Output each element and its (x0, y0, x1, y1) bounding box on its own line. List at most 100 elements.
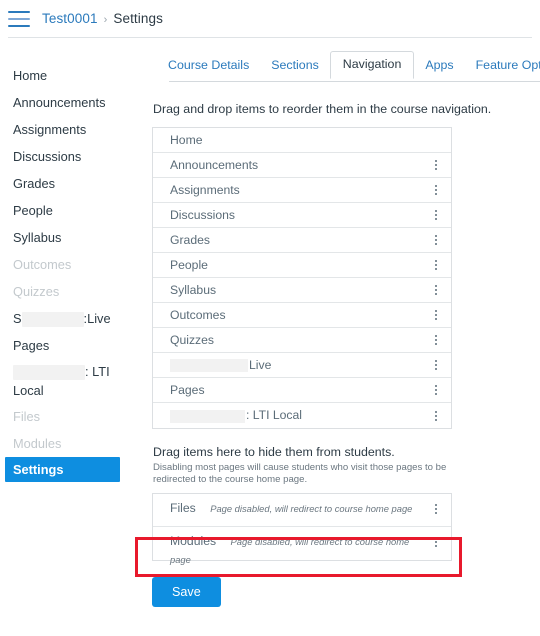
breadcrumb-current: Settings (113, 11, 163, 26)
kebab-dot (435, 235, 437, 237)
sidebar-item-announcements[interactable]: Announcements (0, 89, 140, 116)
nav-list-item-discussions[interactable]: Discussions (153, 203, 451, 228)
hidden-navigation-list[interactable]: Files Page disabled, will redirect to co… (152, 493, 452, 565)
kebab-dot (435, 364, 437, 366)
nav-list-item-pages[interactable]: Pages (153, 378, 451, 403)
sidebar-item-quizzes[interactable]: Quizzes (0, 278, 140, 305)
breadcrumb-separator-icon: › (103, 14, 108, 26)
kebab-dot (435, 243, 437, 245)
sidebar-item-people[interactable]: People (0, 197, 140, 224)
kebab-dot (435, 339, 437, 341)
hidden-item-label: Files (170, 501, 196, 515)
nav-list-item-syllabus[interactable]: Syllabus (153, 278, 451, 303)
kebab-menu-icon[interactable] (430, 232, 442, 248)
kebab-dot (435, 239, 437, 241)
hamburger-line (8, 10, 30, 13)
sidebar-item-syllabus[interactable]: Syllabus (0, 224, 140, 251)
kebab-menu-icon[interactable] (430, 257, 442, 273)
kebab-menu-icon[interactable] (430, 332, 442, 348)
sidebar-item-label-suffix: :Live (83, 311, 111, 326)
nav-list-item-home[interactable]: Home (153, 128, 451, 153)
hamburger-line (8, 24, 30, 27)
kebab-dot (435, 318, 437, 320)
kebab-menu-icon[interactable] (430, 534, 442, 550)
hidden-list-item-files[interactable]: Files Page disabled, will redirect to co… (153, 494, 451, 527)
kebab-dot (435, 289, 437, 291)
nav-list-item-grades[interactable]: Grades (153, 228, 451, 253)
kebab-dot (435, 504, 437, 506)
hamburger-icon[interactable] (8, 10, 30, 27)
top-bar: Test0001 › Settings (0, 0, 540, 37)
sidebar-item-outcomes[interactable]: Outcomes (0, 251, 140, 278)
tab-sections[interactable]: Sections (260, 53, 330, 79)
nav-item-label: Quizzes (170, 333, 215, 347)
nav-item-label: Assignments (170, 183, 240, 197)
nav-item-label-wrapper: : LTI Local (170, 408, 430, 423)
tab-apps[interactable]: Apps (414, 53, 464, 79)
nav-list-item-redacted-lti-local[interactable]: : LTI Local (153, 403, 451, 428)
kebab-dot (435, 160, 437, 162)
hamburger-line (8, 17, 30, 20)
sidebar-item-grades[interactable]: Grades (0, 170, 140, 197)
nav-list-item-announcements[interactable]: Announcements (153, 153, 451, 178)
hidden-item-label: Modules (170, 534, 217, 548)
kebab-menu-icon[interactable] (430, 207, 442, 223)
sidebar-item-label: S (13, 311, 22, 326)
kebab-dot (435, 264, 437, 266)
hidden-item-texts: Modules Page disabled, will redirect to … (170, 532, 430, 568)
nav-item-label: Announcements (170, 158, 259, 172)
redaction-block (21, 312, 84, 328)
nav-list-item-outcomes[interactable]: Outcomes (153, 303, 451, 328)
nav-item-label: People (170, 258, 208, 272)
kebab-menu-icon[interactable] (430, 282, 442, 298)
sidebar-item-files[interactable]: Files (0, 403, 140, 430)
kebab-dot (435, 545, 437, 547)
nav-item-label: Live (249, 357, 272, 372)
sidebar-item-settings[interactable]: Settings (5, 457, 120, 482)
nav-list-item-redacted-live[interactable]: Live (153, 353, 451, 378)
sidebar-item-redacted-live[interactable]: S :Live (0, 305, 140, 332)
breadcrumb-course-link[interactable]: Test0001 (42, 11, 98, 26)
kebab-dot (435, 214, 437, 216)
kebab-menu-icon[interactable] (430, 382, 442, 398)
kebab-menu-icon[interactable] (430, 501, 442, 517)
tab-feature-options[interactable]: Feature Options (465, 53, 540, 79)
kebab-dot (435, 293, 437, 295)
tab-course-details[interactable]: Course Details (157, 53, 260, 79)
nav-list-item-quizzes[interactable]: Quizzes (153, 328, 451, 353)
nav-list-item-assignments[interactable]: Assignments (153, 178, 451, 203)
top-bar-divider (8, 37, 532, 38)
kebab-dot (435, 310, 437, 312)
kebab-dot (435, 193, 437, 195)
nav-list-item-people[interactable]: People (153, 253, 451, 278)
nav-item-label: Discussions (170, 208, 236, 222)
sidebar-item-pages[interactable]: Pages (0, 332, 140, 359)
redaction-block (13, 365, 85, 381)
sidebar-item-home[interactable]: Home (0, 62, 140, 89)
visible-navigation-list[interactable]: Home Announcements Assignments Discussio… (152, 127, 452, 429)
sidebar-item-discussions[interactable]: Discussions (0, 143, 140, 170)
nav-item-label-wrapper: Live (170, 357, 430, 373)
nav-item-label: Home (170, 133, 203, 147)
kebab-menu-icon[interactable] (430, 182, 442, 198)
kebab-menu-icon[interactable] (430, 357, 442, 373)
sidebar-item-redacted-lti-local[interactable]: : LTI Local (0, 359, 140, 403)
kebab-dot (435, 314, 437, 316)
kebab-menu-icon[interactable] (430, 157, 442, 173)
sidebar-item-assignments[interactable]: Assignments (0, 116, 140, 143)
hidden-item-texts: Files Page disabled, will redirect to co… (170, 499, 430, 517)
kebab-dot (435, 541, 437, 543)
kebab-menu-icon[interactable] (430, 408, 442, 424)
kebab-dot (435, 164, 437, 166)
kebab-menu-icon[interactable] (430, 307, 442, 323)
kebab-dot (435, 410, 437, 413)
tab-navigation[interactable]: Navigation (329, 51, 415, 79)
hidden-list-item-modules[interactable]: Modules Page disabled, will redirect to … (153, 527, 451, 565)
nav-item-label: : LTI Local (246, 408, 302, 423)
kebab-dot (435, 285, 437, 287)
save-button[interactable]: Save (152, 577, 221, 607)
kebab-dot (435, 414, 437, 417)
sidebar-item-modules[interactable]: Modules (0, 430, 140, 457)
tabs-divider (169, 81, 540, 82)
page-layout: Home Announcements Assignments Discussio… (0, 37, 540, 607)
